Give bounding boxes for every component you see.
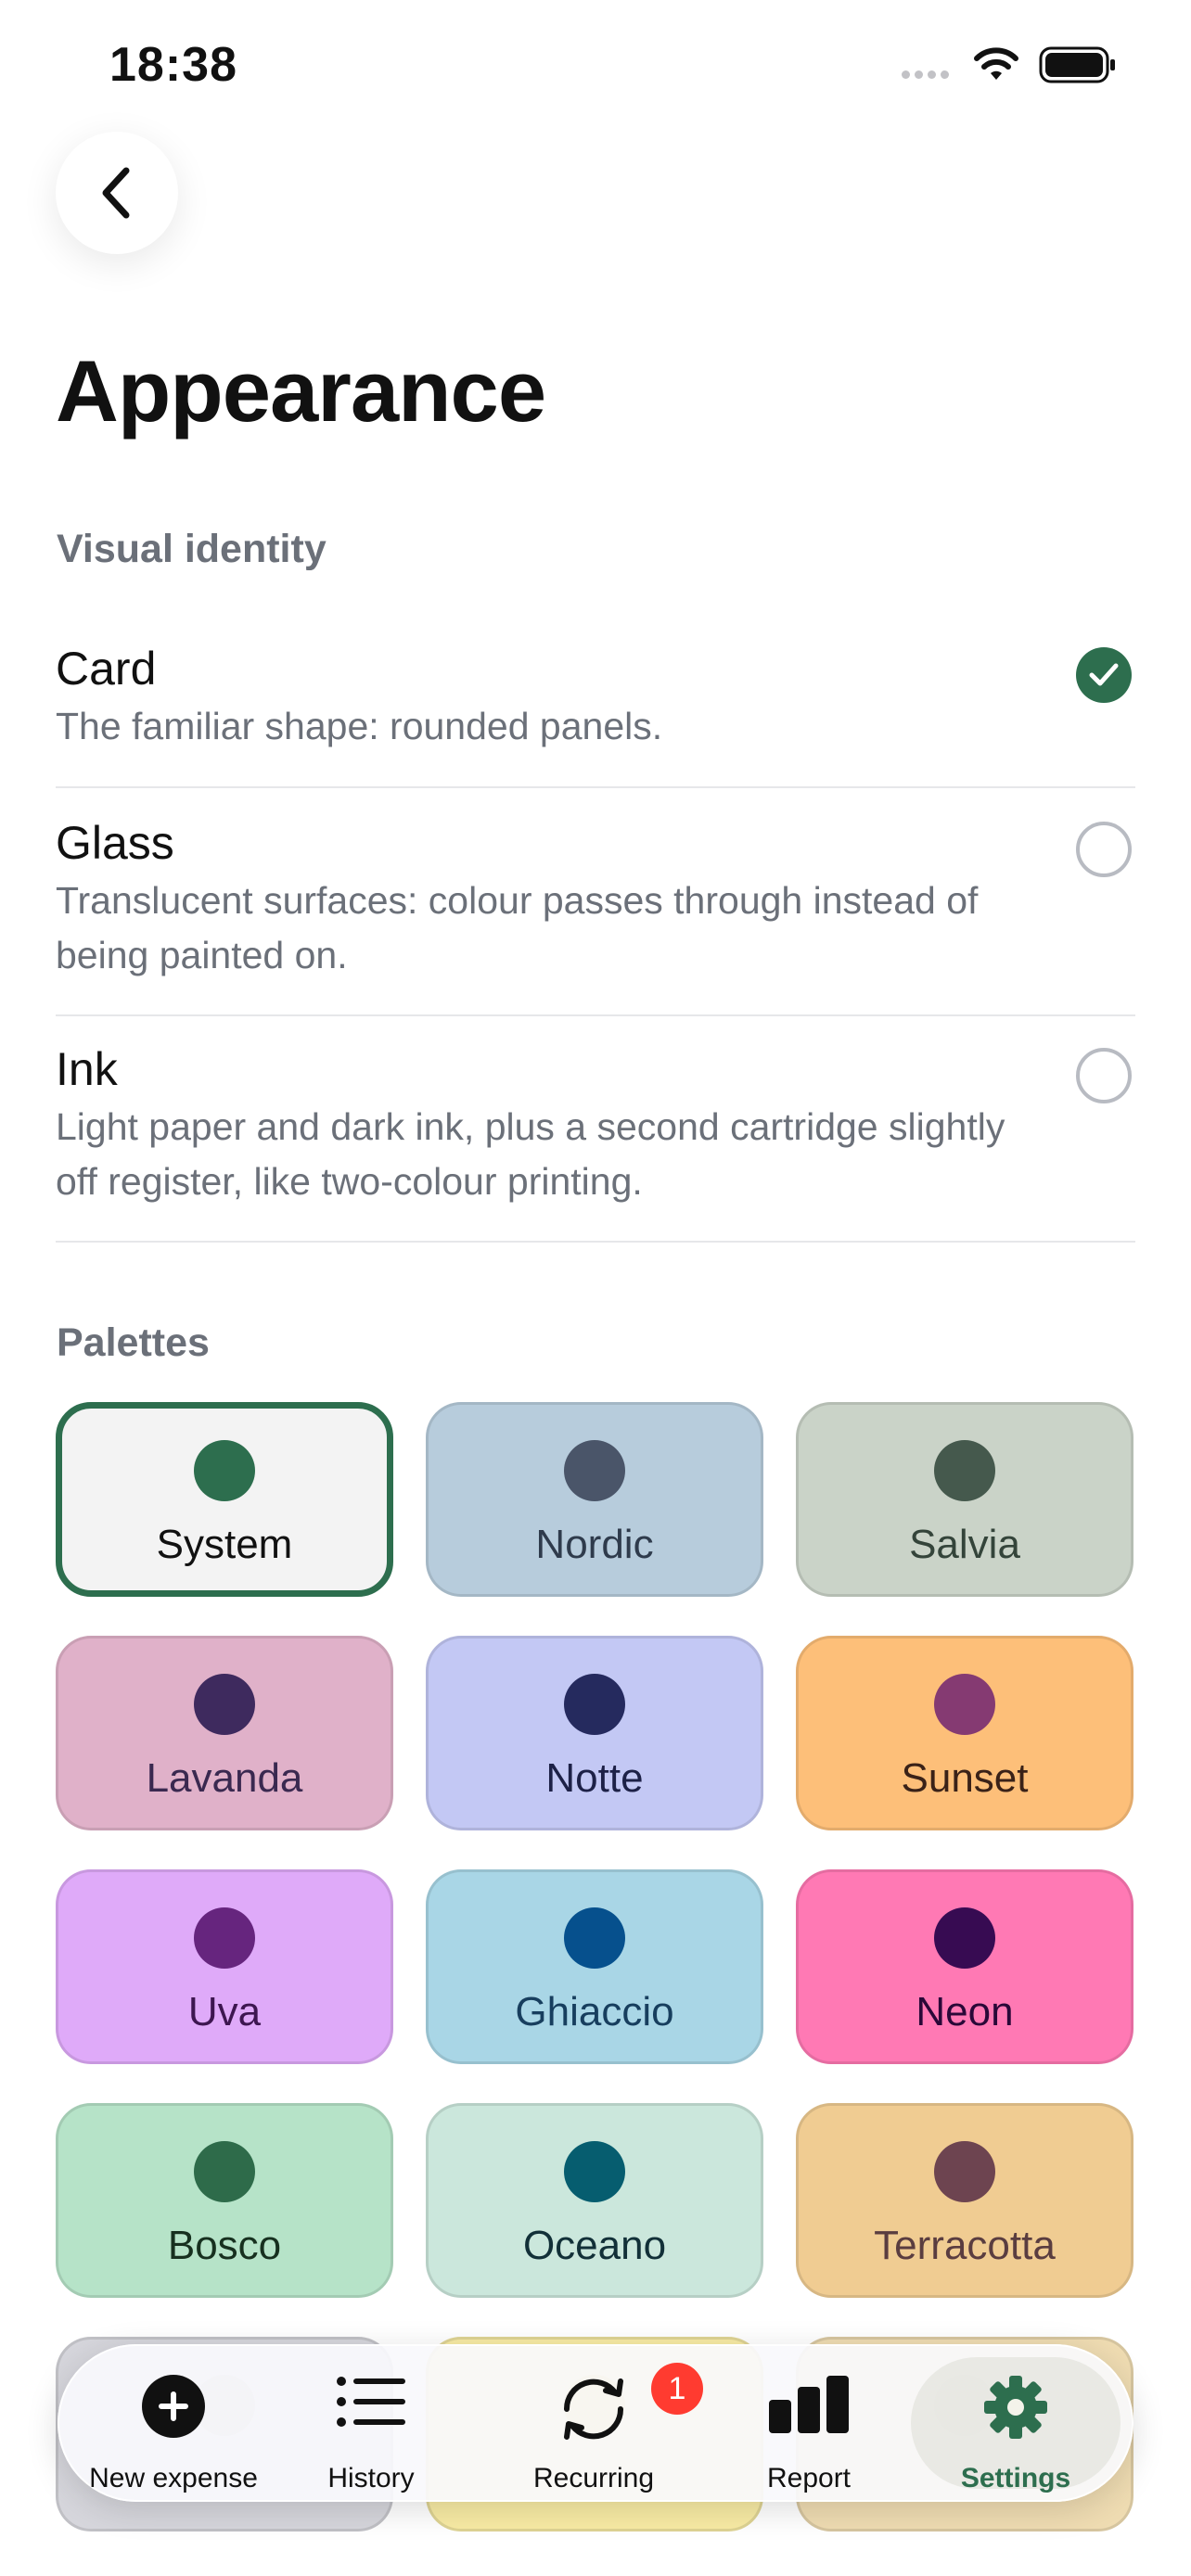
palette-tile[interactable]: Oceano [426, 2103, 763, 2298]
wifi-icon [974, 47, 1018, 80]
tab-new-expense[interactable]: New expense [69, 2344, 278, 2502]
palette-tile[interactable]: Terracotta [796, 2103, 1133, 2298]
palette-color-dot [194, 1674, 255, 1735]
plus-circle-icon [142, 2375, 205, 2438]
palette-name: Oceano [522, 2223, 667, 2268]
tab-label: Report [766, 2463, 852, 2493]
palette-name: Notte [545, 1755, 644, 1801]
palette-color-dot [194, 1440, 255, 1501]
checkmark-icon[interactable] [1076, 647, 1132, 703]
radio-unselected-icon[interactable] [1076, 1048, 1132, 1103]
palette-color-dot [934, 1674, 995, 1735]
palette-name: Terracotta [874, 2223, 1056, 2268]
tab-report[interactable]: Report [727, 2344, 890, 2502]
palette-name: Nordic [535, 1522, 654, 1567]
palette-name: System [156, 1522, 293, 1567]
cellular-signal-icon [902, 70, 957, 82]
palette-tile[interactable]: Lavanda [56, 1636, 393, 1830]
palette-color-dot [564, 1907, 625, 1969]
palette-color-dot [194, 2141, 255, 2202]
option-title: Glass [56, 817, 174, 869]
palette-name: Sunset [901, 1755, 1029, 1801]
palette-tile[interactable]: Nordic [426, 1402, 763, 1597]
palette-name: Ghiaccio [515, 1989, 674, 2034]
chevron-left-icon [102, 167, 130, 219]
palette-name: Lavanda [146, 1755, 303, 1801]
palette-tile[interactable]: Neon [796, 1869, 1133, 2064]
tab-label: Settings [960, 2463, 1071, 2493]
page-title: Appearance [56, 342, 546, 440]
divider [56, 1014, 1135, 1016]
palette-name: Uva [187, 1989, 262, 2034]
tab-bar: New expense History Recurring Report Set… [58, 2344, 1133, 2502]
palette-tile[interactable]: Bosco [56, 2103, 393, 2298]
tab-settings[interactable]: Settings [911, 2344, 1121, 2502]
option-description: Light paper and dark ink, plus a second … [56, 1105, 1005, 1203]
option-description: The familiar shape: rounded panels. [56, 705, 663, 747]
palette-tile[interactable]: Uva [56, 1869, 393, 2064]
palette-color-dot [934, 1440, 995, 1501]
identity-option-card[interactable]: Card The familiar shape: rounded panels. [56, 642, 1135, 753]
divider [56, 786, 1135, 788]
divider [56, 1241, 1135, 1243]
repeat-icon [563, 2378, 624, 2440]
palette-color-dot [564, 1440, 625, 1501]
status-time: 18:38 [109, 38, 237, 92]
tab-label: History [327, 2463, 415, 2493]
palette-tile[interactable]: System [56, 1402, 393, 1597]
bar-chart-icon [769, 2376, 849, 2433]
tab-history[interactable]: History [289, 2344, 453, 2502]
option-description: Translucent surfaces: colour passes thro… [56, 879, 979, 976]
palette-tile[interactable]: Salvia [796, 1402, 1133, 1597]
gear-icon [984, 2376, 1047, 2439]
option-title: Card [56, 643, 157, 695]
palette-color-dot [934, 1907, 995, 1969]
tab-label: New expense [89, 2463, 258, 2493]
palette-color-dot [934, 2141, 995, 2202]
battery-icon [1039, 46, 1115, 83]
palette-color-dot [564, 1674, 625, 1735]
palette-name: Bosco [167, 2223, 282, 2268]
identity-option-ink[interactable]: Ink Light paper and dark ink, plus a sec… [56, 1042, 1135, 1209]
back-button[interactable] [56, 132, 178, 254]
recurring-badge: 1 [651, 2363, 703, 2415]
palette-color-dot [194, 1907, 255, 1969]
palette-tile[interactable]: Sunset [796, 1636, 1133, 1830]
palette-color-dot [564, 2141, 625, 2202]
palettes-label: Palettes [57, 1320, 210, 1365]
visual-identity-label: Visual identity [57, 527, 327, 571]
palette-name: Salvia [909, 1522, 1020, 1567]
palette-tile[interactable]: Notte [426, 1636, 763, 1830]
palette-tile[interactable]: Ghiaccio [426, 1869, 763, 2064]
list-icon [337, 2377, 405, 2427]
tab-label: Recurring [532, 2463, 655, 2493]
palette-name: Neon [916, 1989, 1014, 2034]
option-title: Ink [56, 1043, 118, 1095]
identity-option-glass[interactable]: Glass Translucent surfaces: colour passe… [56, 816, 1135, 983]
radio-unselected-icon[interactable] [1076, 822, 1132, 877]
